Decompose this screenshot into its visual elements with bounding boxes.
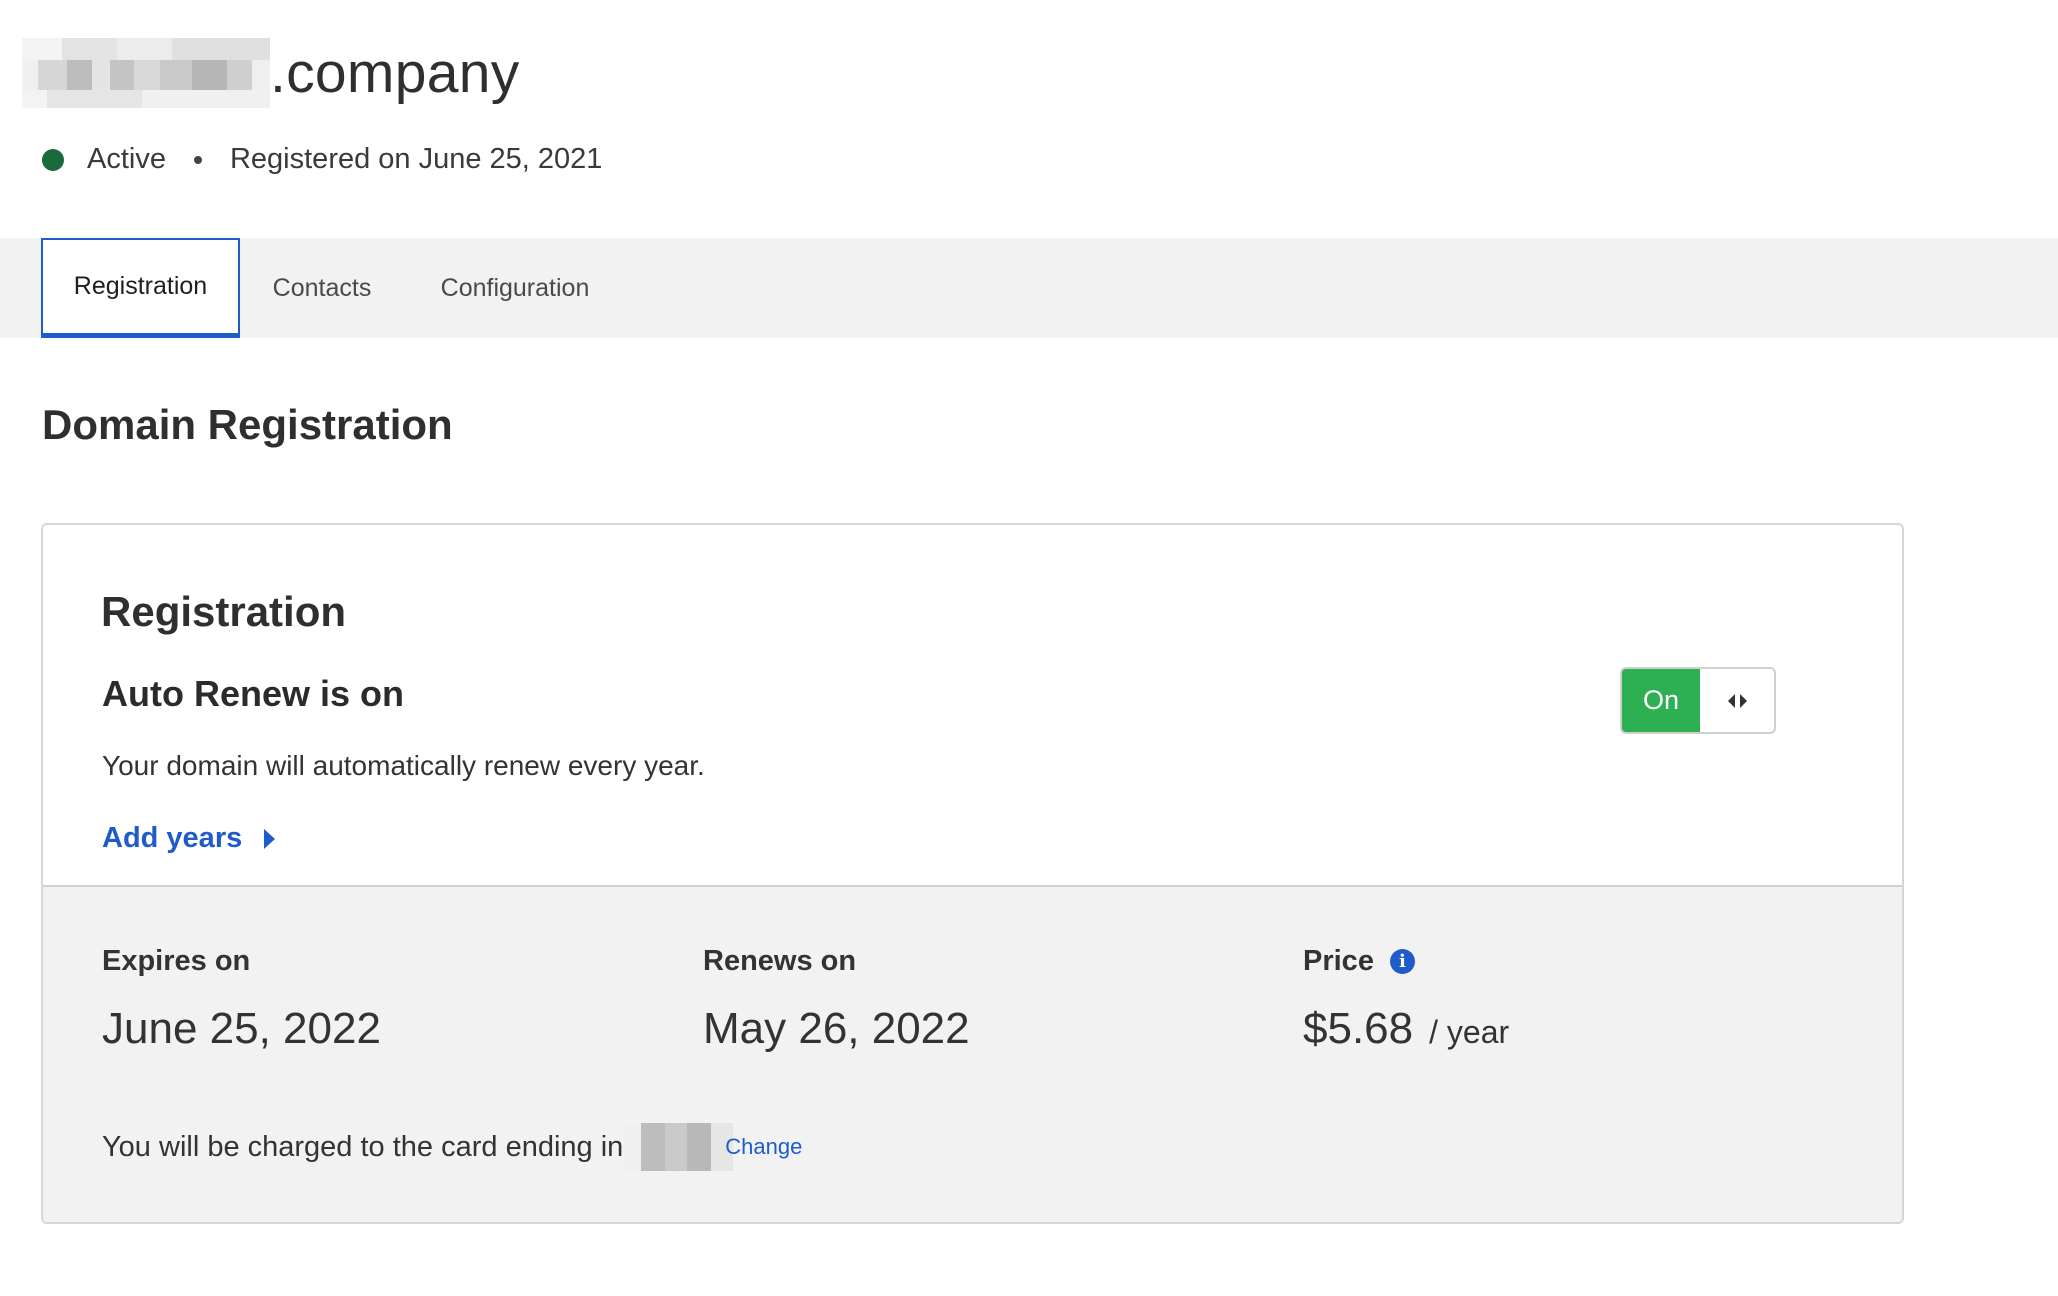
registered-date: Registered on June 25, 2021 (229, 143, 603, 175)
payment-card-line: You will be charged to the card ending i… (102, 1123, 802, 1171)
chevron-right-icon (264, 828, 276, 849)
price-column: Price i $5.68 / year (1303, 945, 1509, 1054)
tab-configuration[interactable]: Configuration (420, 238, 610, 338)
expires-label: Expires on (102, 945, 251, 977)
status-text: Active (87, 143, 166, 175)
page-title: Domain Registration (42, 401, 453, 448)
domain-name-title: .company (22, 38, 520, 108)
toggle-on-label: On (1622, 669, 1700, 732)
domain-detail-page: .company Active Registered on June 25, 2… (0, 0, 2058, 1296)
redacted-card-number (625, 1123, 734, 1171)
toggle-handle-icon (1700, 669, 1774, 732)
auto-renew-title: Auto Renew is on (102, 673, 405, 714)
price-label: Price (1303, 945, 1374, 977)
tab-bar: Registration Contacts Configuration (0, 238, 2058, 338)
status-dot-icon (42, 148, 64, 171)
renews-value: May 26, 2022 (703, 1004, 970, 1053)
expires-column: Expires on June 25, 2022 (102, 945, 381, 1054)
expires-value: June 25, 2022 (102, 1004, 381, 1053)
domain-suffix: .company (270, 41, 520, 105)
renews-label: Renews on (703, 945, 857, 977)
registration-card: Registration Auto Renew is on Your domai… (41, 523, 1904, 1224)
auto-renew-section: Registration Auto Renew is on Your domai… (43, 525, 1902, 887)
tab-contacts[interactable]: Contacts (262, 238, 382, 338)
add-years-link[interactable]: Add years (102, 822, 276, 855)
price-value-row: $5.68 / year (1303, 1004, 1509, 1054)
auto-renew-toggle[interactable]: On (1620, 667, 1776, 734)
domain-status-line: Active Registered on June 25, 2021 (42, 143, 602, 176)
redacted-domain-name (22, 38, 270, 108)
charge-text: You will be charged to the card ending i… (102, 1130, 624, 1163)
separator-dot (193, 155, 202, 164)
change-card-link[interactable]: Change (725, 1134, 802, 1160)
price-label-row: Price i (1303, 945, 1509, 978)
card-heading: Registration (101, 588, 347, 635)
info-icon[interactable]: i (1389, 949, 1415, 974)
auto-renew-description: Your domain will automatically renew eve… (102, 750, 705, 781)
renews-column: Renews on May 26, 2022 (703, 945, 970, 1054)
billing-section: Expires on June 25, 2022 Renews on May 2… (43, 887, 1902, 1222)
price-value: $5.68 (1303, 1004, 1414, 1053)
tab-registration[interactable]: Registration (41, 238, 240, 338)
price-unit: / year (1429, 1014, 1510, 1050)
add-years-label: Add years (102, 822, 243, 854)
